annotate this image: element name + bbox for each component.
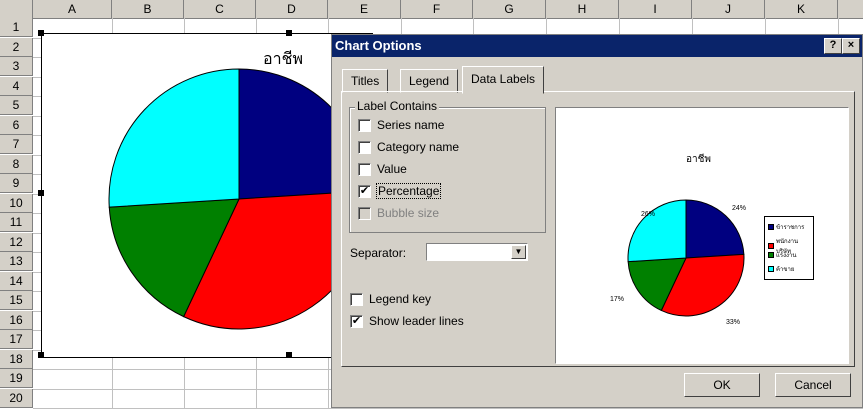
bubble-size-label: Bubble size <box>377 206 440 220</box>
value-option[interactable]: Value <box>358 161 407 177</box>
bubble-size-option: Bubble size <box>358 205 439 221</box>
legend-swatch <box>768 243 774 249</box>
close-button[interactable]: × <box>842 38 860 54</box>
chart-preview: อาชีพ 24% 33% 17% 26% ข้าราชการ พนักงานบ… <box>555 107 849 364</box>
percentage-option[interactable]: ✔ Percentage <box>358 183 442 199</box>
percentage-label: Percentage <box>375 183 442 199</box>
series-name-option[interactable]: Series name <box>358 117 444 133</box>
legend-swatch <box>768 252 774 258</box>
preview-label-26: 26% <box>641 211 656 218</box>
chart-options-dialog: Chart Options ? × Titles Legend Data Lab… <box>331 34 863 408</box>
cancel-button[interactable]: Cancel <box>775 373 851 397</box>
preview-label-24: 24% <box>732 205 747 212</box>
legend-key-checkbox[interactable] <box>350 292 363 306</box>
category-name-option[interactable]: Category name <box>358 139 459 155</box>
pie-slice <box>108 68 240 208</box>
leader-lines-label: Show leader lines <box>369 314 464 328</box>
legend-text: ค้าขาย <box>776 267 795 273</box>
preview-legend-item: ข้าราชการ <box>768 222 804 232</box>
series-name-checkbox[interactable] <box>358 118 371 132</box>
separator-label: Separator: <box>350 246 407 260</box>
legend-text: ข้าราชการ <box>776 225 805 231</box>
dialog-titlebar[interactable]: Chart Options ? × <box>332 35 862 57</box>
legend-swatch <box>768 224 774 230</box>
chart-title: อาชีพ <box>263 51 303 68</box>
chevron-down-icon[interactable]: ▼ <box>511 245 526 259</box>
category-name-label: Category name <box>377 140 460 154</box>
dialog-title: Chart Options <box>335 38 422 53</box>
preview-legend-item: ค้าขาย <box>768 264 794 274</box>
pie-slice <box>627 199 687 263</box>
tab-legend[interactable]: Legend <box>400 69 459 93</box>
preview-label-33: 33% <box>726 319 741 326</box>
value-checkbox[interactable] <box>358 162 371 176</box>
separator-dropdown[interactable]: ▼ <box>426 243 528 261</box>
help-button[interactable]: ? <box>824 38 842 54</box>
series-name-label: Series name <box>377 118 445 132</box>
ok-button[interactable]: OK <box>684 373 760 397</box>
value-label: Value <box>377 162 407 176</box>
legend-key-label: Legend key <box>369 292 432 306</box>
preview-legend-item: แรงงาน <box>768 250 796 260</box>
category-name-checkbox[interactable] <box>358 140 371 154</box>
leader-lines-checkbox[interactable]: ✔ <box>350 314 363 328</box>
tab-titles[interactable]: Titles <box>342 69 389 93</box>
preview-legend: ข้าราชการ พนักงานบริษัท แรงงาน ค้าขาย <box>764 216 814 280</box>
legend-text: แรงงาน <box>776 253 797 259</box>
legend-swatch <box>768 266 774 272</box>
bubble-size-checkbox <box>358 206 371 220</box>
leader-lines-option[interactable]: ✔ Show leader lines <box>350 313 464 329</box>
label-contains-heading: Label Contains <box>355 99 440 113</box>
preview-label-17: 17% <box>610 296 625 303</box>
percentage-checkbox[interactable]: ✔ <box>358 184 371 198</box>
legend-key-option[interactable]: Legend key <box>350 291 431 307</box>
tab-data-labels[interactable]: Data Labels <box>462 66 545 94</box>
